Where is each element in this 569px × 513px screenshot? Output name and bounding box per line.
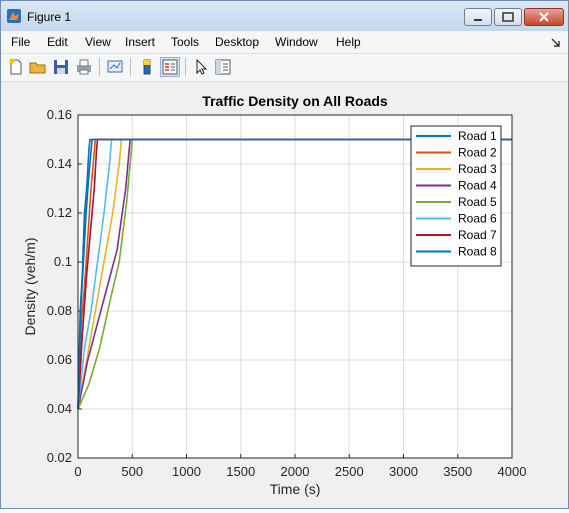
property-inspector-icon	[215, 59, 231, 75]
open-file-icon	[29, 62, 46, 74]
minimize-button[interactable]	[464, 8, 492, 26]
maximize-icon	[502, 12, 514, 22]
x-axis-label: Time (s)	[270, 481, 321, 497]
close-icon	[539, 12, 549, 22]
x-tick-label: 0	[74, 464, 81, 479]
x-tick-label: 2000	[281, 464, 310, 479]
y-tick-label: 0.02	[47, 450, 72, 465]
x-tick-label: 1000	[172, 464, 201, 479]
legend-entry-label: Road 7	[458, 228, 497, 242]
y-axis-label: Density (veh/m)	[22, 237, 38, 335]
figure-toolbar	[1, 54, 568, 82]
title-bar: Figure 1	[1, 1, 568, 31]
y-tick-label: 0.12	[47, 205, 72, 220]
link-plot-icon	[107, 60, 123, 73]
insert-colorbar-button[interactable]	[137, 57, 157, 77]
new-figure-button[interactable]	[6, 57, 26, 77]
link-plot-button[interactable]	[105, 57, 125, 77]
menu-edit[interactable]: Edit	[47, 35, 68, 49]
legend-entry-label: Road 5	[458, 195, 497, 209]
dock-arrow-icon[interactable]	[551, 37, 561, 47]
x-tick-label: 4000	[498, 464, 527, 479]
property-inspector-button[interactable]	[213, 57, 233, 77]
legend-entry-label: Road 4	[458, 179, 497, 193]
matlab-logo-icon	[7, 9, 21, 23]
legend-entry-label: Road 1	[458, 129, 497, 143]
window-title: Figure 1	[27, 10, 72, 24]
save-button[interactable]	[51, 57, 71, 77]
new-figure-icon	[9, 58, 22, 75]
menu-desktop[interactable]: Desktop	[215, 35, 259, 49]
y-tick-label: 0.08	[47, 303, 72, 318]
x-tick-label: 3000	[389, 464, 418, 479]
y-tick-label: 0.1	[54, 254, 72, 269]
toolbar-separator	[185, 58, 186, 76]
toolbar-separator	[99, 58, 100, 76]
menu-tools[interactable]: Tools	[171, 35, 199, 49]
open-file-button[interactable]	[28, 57, 48, 77]
print-icon	[77, 59, 91, 75]
chart-title: Traffic Density on All Roads	[202, 93, 388, 109]
menu-help[interactable]: Help	[336, 35, 361, 49]
legend-entry-label: Road 6	[458, 212, 497, 226]
insert-legend-button[interactable]	[160, 57, 180, 77]
x-tick-label: 1500	[226, 464, 255, 479]
close-button[interactable]	[524, 8, 564, 26]
maximize-button[interactable]	[494, 8, 522, 26]
minimize-icon	[474, 19, 482, 21]
x-tick-label: 3500	[443, 464, 472, 479]
menu-view[interactable]: View	[85, 35, 111, 49]
figure-window: Figure 1 File Edit View Insert Tools Des…	[0, 0, 569, 509]
y-tick-label: 0.04	[47, 401, 72, 416]
edit-plot-button[interactable]	[191, 57, 211, 77]
y-tick-label: 0.14	[47, 156, 72, 171]
figure-canvas: 0 500 1000 1500 2000 2500 3000 3500 4000 0.02 0.04…	[2, 82, 568, 508]
print-button[interactable]	[74, 57, 94, 77]
toolbar-separator	[130, 58, 131, 76]
x-tick-label: 2500	[335, 464, 364, 479]
menu-window[interactable]: Window	[275, 35, 318, 49]
colorbar-icon	[143, 59, 151, 75]
y-tick-label: 0.16	[47, 107, 72, 122]
menu-file[interactable]: File	[11, 35, 30, 49]
legend-entry-label: Road 3	[458, 162, 497, 176]
traffic-density-chart[interactable]: 0 500 1000 1500 2000 2500 3000 3500 4000 0.02 0.04…	[2, 82, 568, 508]
legend-entry-label: Road 2	[458, 146, 497, 160]
legend-icon	[162, 59, 178, 75]
menu-bar: File Edit View Insert Tools Desktop Wind…	[1, 31, 568, 54]
y-tick-label: 0.06	[47, 352, 72, 367]
edit-plot-arrow-icon	[196, 58, 208, 75]
save-icon	[54, 60, 68, 74]
legend-entry-label: Road 8	[458, 245, 497, 259]
x-tick-label: 500	[121, 464, 143, 479]
menu-insert[interactable]: Insert	[125, 35, 155, 49]
